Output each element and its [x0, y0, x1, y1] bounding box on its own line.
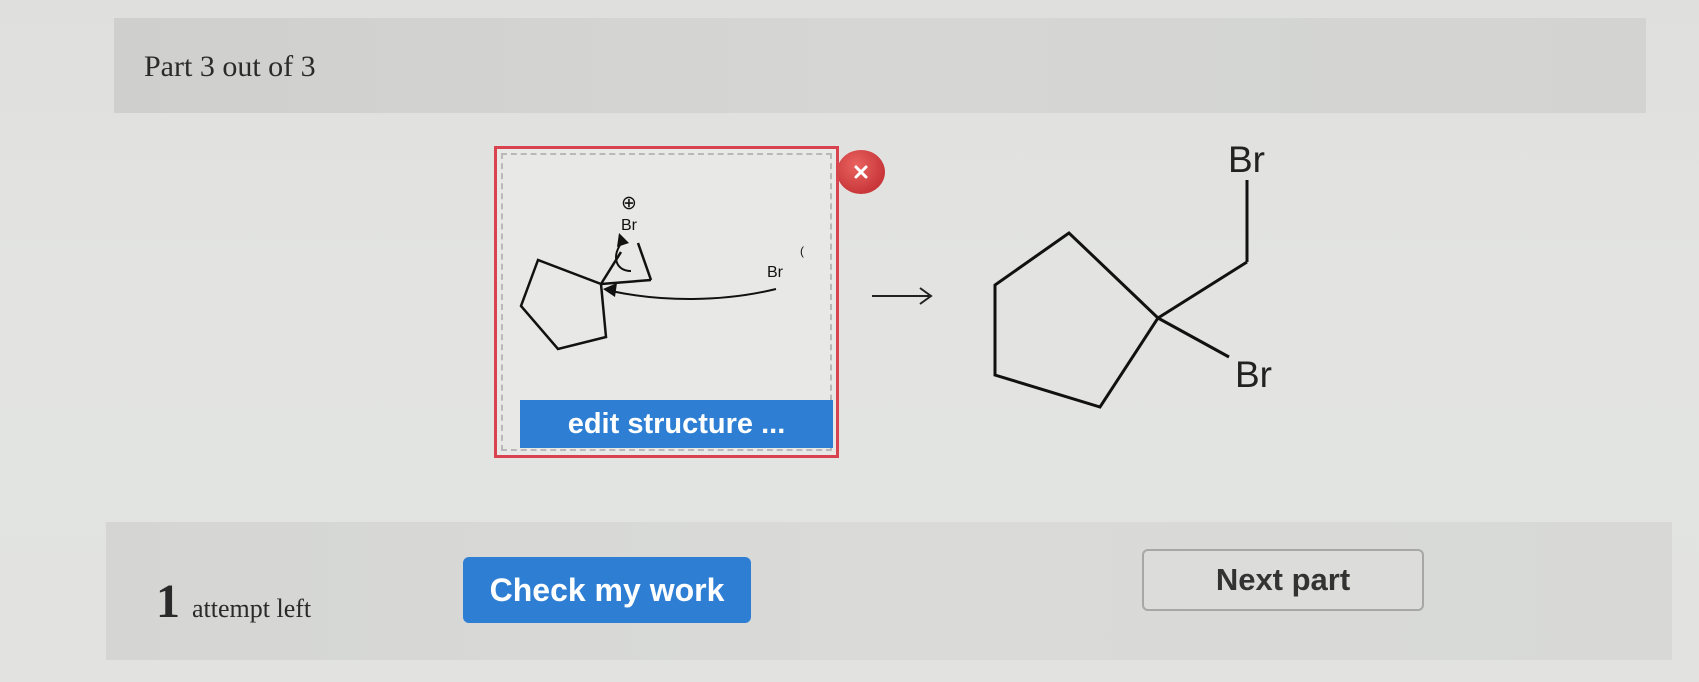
- remove-structure-button[interactable]: [837, 150, 885, 194]
- edit-structure-button[interactable]: edit structure ...: [520, 400, 833, 448]
- arrowhead: [603, 283, 617, 297]
- attempts-count: 1: [156, 575, 180, 628]
- answer-structure-box[interactable]: ⊕ Br Br ( edit structure ...: [494, 146, 839, 458]
- cyclopentane-ring: [519, 258, 608, 351]
- curved-arrow: [610, 288, 777, 301]
- bromonium-br-label: Br: [621, 217, 638, 234]
- bromide-br-label: Br: [767, 264, 784, 281]
- structure-drawing-area[interactable]: ⊕ Br Br ( edit structure ...: [501, 153, 833, 451]
- part-header: Part 3 out of 3: [114, 18, 1646, 113]
- check-my-work-button[interactable]: Check my work: [463, 557, 751, 623]
- product-structure: Br Br: [993, 139, 1272, 409]
- bond: [1157, 316, 1230, 359]
- part-title: Part 3 out of 3: [144, 50, 316, 83]
- bond: [1157, 260, 1248, 320]
- charge-label: ⊕: [621, 192, 637, 214]
- bromide-charge-label: (: [800, 244, 804, 258]
- footer-bar: 1 attempt left Check my work Next part: [106, 522, 1672, 660]
- attempts-label: attempt left: [192, 594, 312, 623]
- product-cyclopentane-ring: [993, 231, 1160, 409]
- product-top-br-label: Br: [1228, 139, 1265, 180]
- close-icon: [854, 165, 868, 179]
- arrowhead: [617, 233, 629, 247]
- bond: [599, 251, 623, 285]
- reaction-arrow: [872, 287, 933, 305]
- bond: [600, 278, 652, 286]
- attempts-indicator: 1 attempt left: [156, 574, 311, 629]
- next-part-button[interactable]: Next part: [1142, 549, 1424, 611]
- bond: [636, 242, 653, 281]
- product-bottom-br-label: Br: [1235, 354, 1272, 395]
